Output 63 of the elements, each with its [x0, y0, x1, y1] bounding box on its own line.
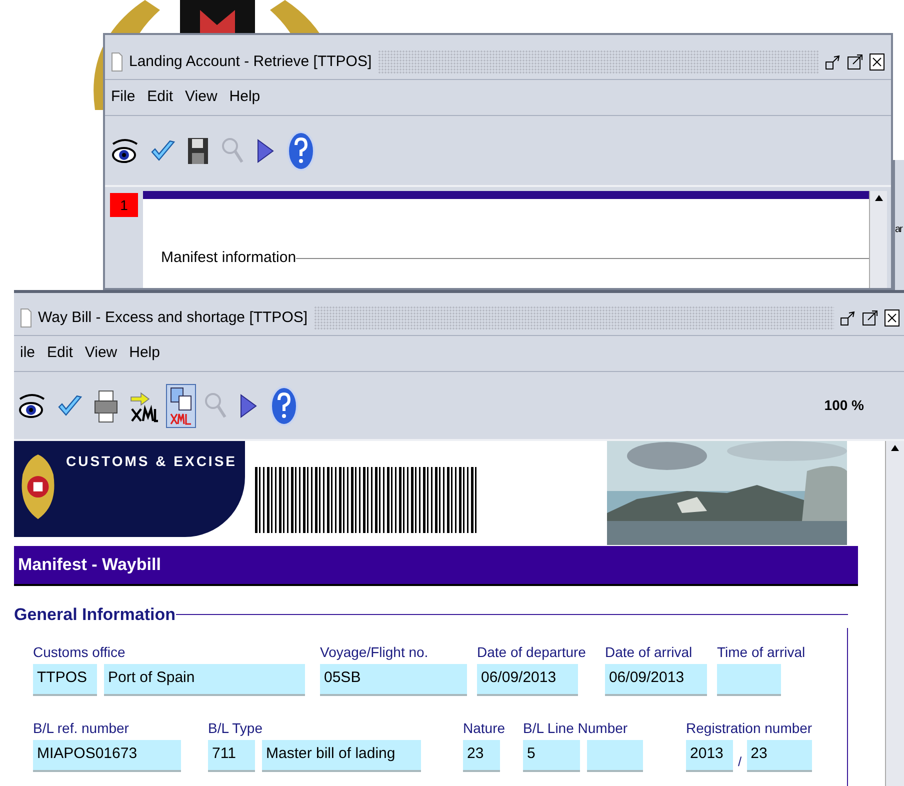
menu-item[interactable]: Edit — [47, 342, 73, 365]
field-label: Voyage/Flight no. — [320, 642, 430, 660]
text-field[interactable]: 23 — [463, 740, 500, 772]
banner-title: Manifest - Waybill — [18, 554, 161, 576]
scrollbar[interactable] — [885, 441, 904, 786]
field-label: Nature — [463, 718, 506, 736]
text-field[interactable]: TTPOS — [33, 664, 97, 696]
section-title: Manifest information — [161, 248, 296, 268]
window-text: ar — [895, 224, 904, 236]
zoom-level: 100 % — [824, 396, 864, 415]
minimize-icon[interactable] — [840, 310, 856, 326]
field-label: Customs office — [33, 642, 126, 660]
check-icon — [150, 138, 176, 164]
text-field[interactable]: Master bill of lading — [262, 740, 421, 772]
menu-item[interactable]: Help — [229, 86, 260, 109]
scrollbar[interactable] — [869, 191, 887, 288]
maximize-icon[interactable] — [847, 54, 863, 70]
grip-pattern[interactable] — [314, 306, 834, 330]
text-field[interactable]: 23 — [746, 740, 812, 772]
field-label: Registration number — [686, 718, 812, 736]
field-label: B/L Line Number — [523, 718, 629, 736]
input-field[interactable] — [587, 740, 644, 772]
separator: / — [738, 753, 742, 771]
field-label: Time of arrival — [716, 642, 806, 660]
menu-item[interactable]: Help — [129, 342, 160, 365]
help-icon — [286, 130, 316, 172]
field-label: Date of departure — [477, 642, 586, 660]
menu-item[interactable]: View — [84, 342, 118, 365]
help-icon — [269, 384, 299, 426]
menu-item[interactable]: View — [185, 86, 218, 109]
field-label: B/L Type — [208, 718, 264, 736]
document-icon — [111, 52, 123, 72]
text-field[interactable]: 5 — [523, 740, 580, 772]
printer-icon — [93, 388, 119, 424]
close-icon[interactable] — [869, 53, 885, 71]
text-field[interactable]: 06/09/2013 — [477, 664, 578, 696]
menu-item[interactable]: File — [111, 86, 136, 109]
window-title: Way Bill - Excess and shortage [TTPOS] — [38, 308, 308, 328]
menu-item[interactable]: ile — [20, 342, 36, 365]
close-icon[interactable] — [884, 309, 900, 327]
text-field[interactable]: 05SB — [320, 664, 467, 696]
search-icon — [220, 136, 244, 166]
search-icon — [203, 390, 227, 420]
grip-pattern[interactable] — [378, 50, 819, 74]
window-title: Landing Account - Retrieve [TTPOS] — [129, 52, 372, 72]
text-field[interactable]: 711 — [208, 740, 255, 772]
menu-item[interactable]: Edit — [147, 86, 174, 109]
maximize-icon[interactable] — [862, 310, 878, 326]
input-field[interactable] — [716, 664, 781, 696]
brand-name: CUSTOMS & EXCISE — [66, 452, 237, 471]
xml-document-icon — [169, 386, 193, 426]
section-title: General Information — [14, 604, 176, 626]
minimize-icon[interactable] — [825, 54, 841, 70]
text-field[interactable]: MIAPOS01673 — [33, 740, 181, 772]
toolbar-button[interactable] — [166, 384, 196, 428]
text-field[interactable]: 2013 — [686, 740, 734, 772]
field-label: B/L ref. number — [33, 718, 130, 736]
tab[interactable]: 1 — [110, 193, 138, 217]
text-field[interactable]: Port of Spain — [104, 664, 305, 696]
field-label: Date of arrival — [604, 642, 694, 660]
check-icon — [57, 392, 83, 418]
text-field[interactable]: 06/09/2013 — [604, 664, 707, 696]
document-icon — [20, 308, 32, 328]
